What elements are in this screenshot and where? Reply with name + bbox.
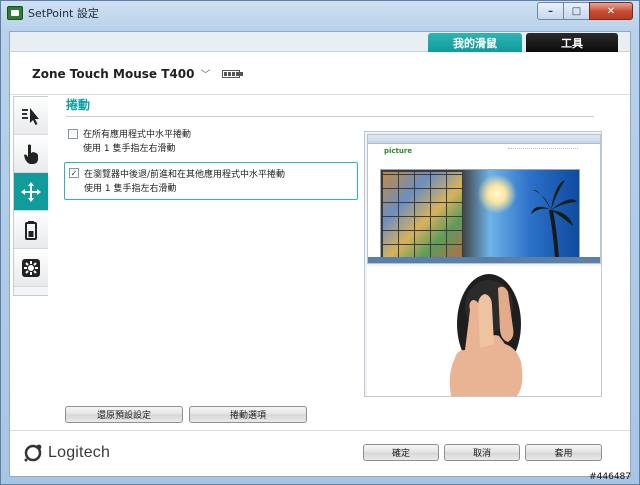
- device-selector[interactable]: Zone Touch Mouse T400 ﹀: [10, 53, 630, 95]
- hand-on-mouse-image: [449, 274, 523, 396]
- watermark: #446487: [589, 472, 631, 482]
- client-area: 我的滑鼠 工具 Zone Touch Mouse T400 ﹀ 捲動 在所有應用…: [9, 31, 631, 477]
- sidebar-item-settings[interactable]: [14, 249, 48, 287]
- restore-defaults-button[interactable]: 還原預設設定: [65, 406, 183, 423]
- option-label: 在所有應用程式中水平捲動: [83, 130, 192, 140]
- apply-button[interactable]: 套用: [525, 444, 602, 461]
- window-title: SetPoint 設定: [28, 7, 99, 20]
- checkbox-browser-back-forward[interactable]: ✓: [69, 168, 79, 178]
- logitech-logo: Logitech: [22, 442, 110, 464]
- tab-strip: 我的滑鼠 工具: [10, 32, 630, 52]
- ok-button[interactable]: 確定: [363, 444, 439, 461]
- window-controls: – □ ✕: [537, 2, 633, 20]
- scroll-options-button[interactable]: 捲動選項: [189, 406, 307, 423]
- scroll-move-icon: [21, 181, 41, 202]
- battery-level-icon: [25, 220, 37, 240]
- pointer-speed-icon: [22, 107, 39, 125]
- sidebar-item-pointer[interactable]: [14, 97, 48, 135]
- sidebar-item-battery[interactable]: [14, 211, 48, 249]
- option-horizontal-scroll-all[interactable]: 在所有應用程式中水平捲動 使用 1 隻手指左右滑動: [64, 126, 358, 154]
- option-browser-back-forward[interactable]: ✓ 在瀏覽器中後退/前進和在其他應用程式中水平捲動 使用 1 隻手指左右滑動: [64, 162, 358, 200]
- site-nav: [508, 148, 578, 151]
- close-button[interactable]: ✕: [589, 2, 633, 20]
- setpoint-window: SetPoint 設定 – □ ✕ 我的滑鼠 工具 Zone Touch Mou…: [0, 0, 640, 485]
- option-description: 使用 1 隻手指左右滑動: [83, 144, 176, 154]
- device-name: Zone Touch Mouse T400: [32, 66, 195, 81]
- browser-toolbar: [368, 135, 600, 144]
- sidebar-item-buttons[interactable]: [14, 135, 48, 173]
- palm-tree-image: [531, 180, 577, 258]
- logo-text: Logitech: [48, 444, 111, 461]
- chevron-down-icon[interactable]: ﹀: [200, 66, 210, 81]
- preview-taskbar: [368, 257, 600, 263]
- minimize-button[interactable]: –: [537, 2, 563, 20]
- checkbox-horizontal-scroll-all[interactable]: [68, 129, 78, 139]
- sun-glare: [477, 174, 517, 214]
- maximize-button[interactable]: □: [563, 2, 589, 20]
- preview-browser: picture: [367, 134, 601, 264]
- sidebar: [13, 96, 48, 296]
- app-icon: [7, 6, 23, 20]
- photo-grid: [383, 172, 463, 258]
- option-description: 使用 1 隻手指左右滑動: [84, 184, 177, 194]
- photo-gallery: [380, 169, 580, 259]
- battery-icon: [222, 69, 244, 78]
- footer-divider: [10, 430, 630, 431]
- settings-cog-icon: [22, 258, 40, 277]
- section-divider: [66, 116, 594, 117]
- cancel-button[interactable]: 取消: [444, 444, 520, 461]
- title-bar[interactable]: SetPoint 設定 – □ ✕: [1, 1, 639, 25]
- mouse-demo: [367, 266, 601, 396]
- gesture-preview: picture: [364, 131, 602, 397]
- sidebar-item-scroll[interactable]: [14, 173, 48, 211]
- logitech-mark-icon: [24, 444, 42, 462]
- site-logo: picture: [384, 147, 413, 155]
- tab-my-mouse[interactable]: 我的滑鼠: [428, 33, 522, 52]
- section-title: 捲動: [66, 98, 91, 112]
- hand-pointer-icon: [24, 144, 38, 164]
- tab-tools[interactable]: 工具: [526, 33, 618, 52]
- option-label: 在瀏覽器中後退/前進和在其他應用程式中水平捲動: [84, 170, 286, 180]
